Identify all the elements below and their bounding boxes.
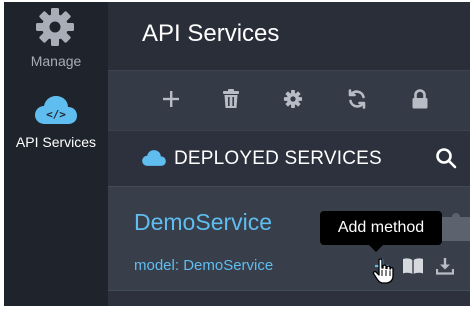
delete-button[interactable] (219, 88, 243, 114)
download-button[interactable] (434, 257, 456, 279)
puzzle-icon (442, 211, 470, 246)
search-icon (435, 148, 457, 173)
rail-label-manage: Manage (30, 53, 82, 69)
download-icon (435, 257, 455, 280)
add-method-tooltip: Add method (320, 211, 442, 245)
rail-item-api-services[interactable]: </> API Services (4, 88, 108, 158)
tooltip-arrow (369, 245, 383, 252)
plus-icon (374, 258, 390, 279)
service-row[interactable]: DemoService model: DemoService Add metho… (108, 186, 470, 291)
cloud-code-icon: </> (33, 94, 79, 131)
next-row-strip (108, 290, 470, 306)
plus-icon (162, 90, 180, 113)
refresh-icon (347, 88, 367, 114)
activity-rail: Manage </> API Services (4, 2, 108, 306)
panel-header: API Services (108, 2, 470, 70)
service-model: model: DemoService (134, 257, 274, 274)
search-button[interactable] (435, 147, 459, 171)
gear-icon (283, 89, 303, 114)
gear-icon (34, 6, 76, 53)
svg-text:</>: </> (46, 108, 66, 121)
settings-button[interactable] (281, 89, 305, 113)
app-window: Manage </> API Services API Services DEP… (4, 2, 470, 306)
lock-button[interactable] (408, 88, 432, 114)
toolbar (108, 70, 470, 131)
trash-icon (222, 88, 240, 114)
page-title: API Services (142, 20, 280, 47)
cloud-icon (141, 149, 167, 172)
deployed-services-section: DEPLOYED SERVICES (108, 130, 470, 187)
refresh-button[interactable] (345, 88, 369, 114)
book-icon (402, 257, 424, 280)
section-title: DEPLOYED SERVICES (174, 148, 382, 169)
rail-label-api-services: API Services (15, 134, 97, 150)
add-service-button[interactable] (159, 89, 183, 113)
docs-button[interactable] (402, 257, 424, 279)
lock-icon (411, 88, 429, 114)
service-name[interactable]: DemoService (134, 209, 272, 236)
rail-item-manage[interactable]: Manage (4, 2, 108, 80)
main-panel: API Services DEPLOYED SERVICES DemoServi… (108, 2, 470, 306)
add-method-button[interactable] (371, 257, 393, 279)
